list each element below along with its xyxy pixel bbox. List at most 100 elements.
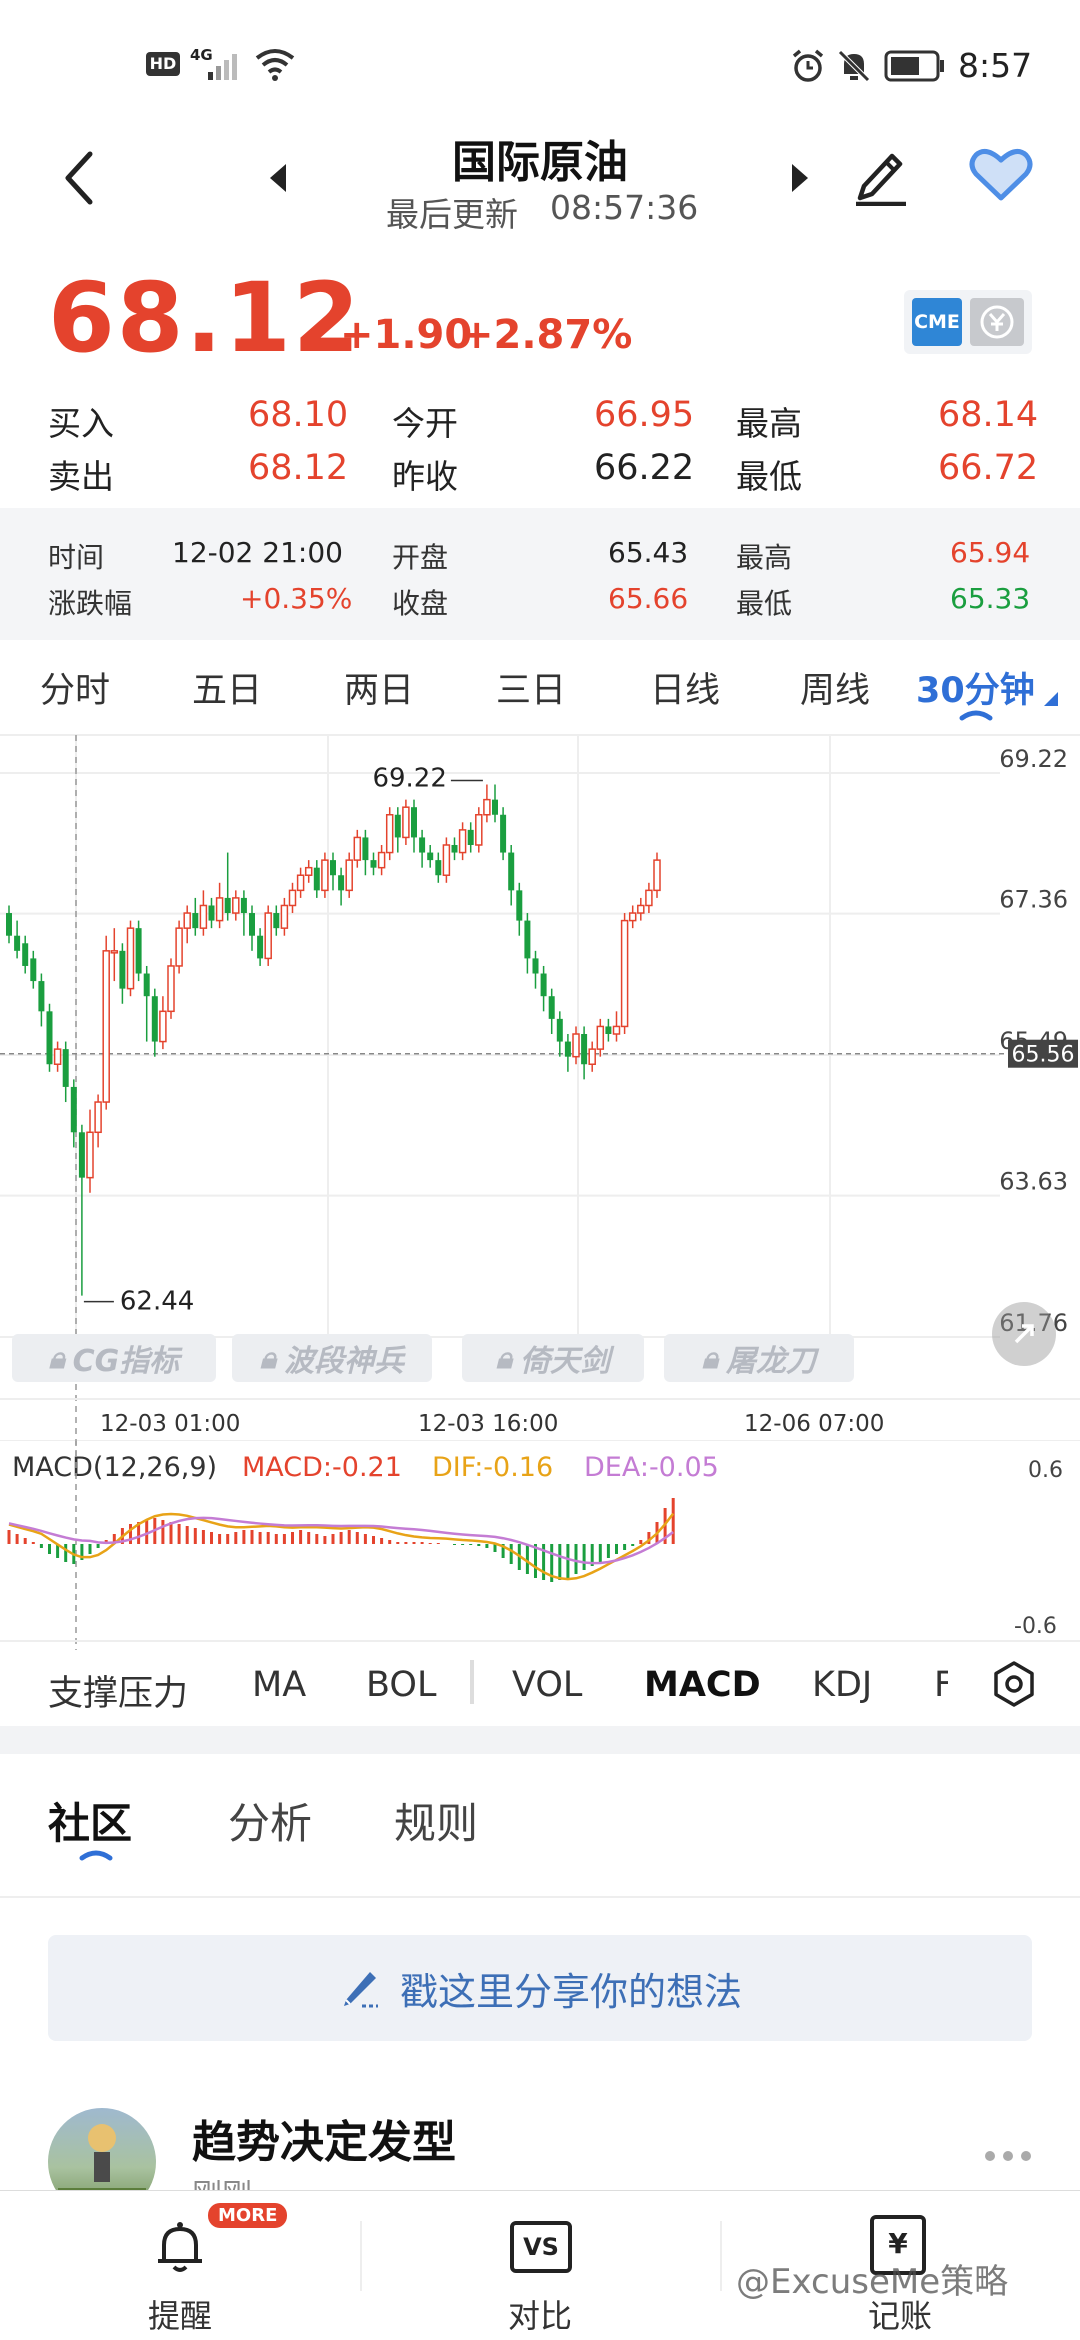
candle-body: [175, 927, 183, 967]
candle-body: [264, 912, 272, 960]
indicator-macd[interactable]: MACD: [644, 1665, 761, 1705]
candle-body: [86, 1131, 94, 1179]
watermark: @ExcuseMe策略: [736, 2262, 1009, 2302]
tab-community[interactable]: 社区: [48, 1790, 132, 1851]
price-change: +1.90: [340, 312, 473, 358]
candle-body: [353, 836, 362, 861]
more-badge: MORE: [208, 2203, 288, 2228]
indicator-bol[interactable]: BOL: [366, 1665, 436, 1705]
open-label: 今开: [392, 404, 458, 443]
locked-indicator-cg[interactable]: 🔒︎ CG指标: [12, 1334, 216, 1382]
candle-body: [126, 927, 135, 990]
detail-open-value: 65.43: [608, 536, 689, 569]
expand-icon: [1014, 1324, 1034, 1344]
indicator-ma[interactable]: MA: [252, 1665, 306, 1705]
candle-body: [257, 935, 264, 959]
favorite-heart-icon[interactable]: [968, 144, 1034, 204]
candle-body: [442, 844, 451, 876]
prev-close-label: 昨收: [392, 457, 458, 496]
x-axis-label: 12-03 16:00: [418, 1411, 558, 1437]
candle-body: [288, 889, 297, 907]
locked-indicator-saber[interactable]: 🔒︎ 屠龙刀: [664, 1334, 854, 1382]
tab-two-day[interactable]: 两日: [344, 662, 414, 713]
x-axis-label: 12-06 07:00: [744, 1411, 884, 1437]
active-tab-indicator: [959, 710, 993, 721]
y-tick-label: 67.36: [999, 886, 1068, 914]
candle-body: [508, 852, 515, 891]
status-bar: HD 4G 8:57: [0, 0, 1080, 130]
hd-icon: HD: [146, 52, 180, 76]
locked-indicator-sword[interactable]: 🔒︎ 倚天剑: [462, 1334, 644, 1382]
lock-icon: 🔒︎: [260, 1340, 276, 1376]
candle-body: [419, 837, 426, 853]
signal-icon: [208, 54, 237, 80]
exchange-badge[interactable]: CME: [904, 290, 1032, 354]
detail-low-label: 最低: [736, 587, 793, 620]
candle-body: [581, 1034, 588, 1065]
open-value: 66.95: [594, 395, 695, 435]
candle-body: [345, 859, 353, 892]
tab-analysis[interactable]: 分析: [228, 1790, 312, 1851]
candle-body: [94, 1101, 102, 1134]
y-tick-label: 63.63: [999, 1168, 1068, 1196]
dif-line: [8, 1512, 675, 1581]
share-thought-input[interactable]: 戳这里分享你的想法: [48, 1935, 1032, 2041]
candle-body: [321, 859, 329, 892]
period-more-icon[interactable]: [1040, 688, 1060, 708]
candle-body: [240, 897, 247, 914]
candle-body: [232, 897, 240, 914]
nav-alert-label: 提醒: [148, 2297, 213, 2335]
candle-body: [556, 1018, 563, 1042]
candle-body: [572, 1033, 580, 1058]
edit-icon[interactable]: [850, 142, 910, 206]
candle-body: [564, 1041, 571, 1057]
candle-body: [110, 950, 119, 954]
post-author[interactable]: 趋势决定发型: [192, 2106, 456, 2170]
candle-body: [370, 860, 377, 868]
candle-body: [330, 860, 336, 876]
candle-body: [159, 1010, 167, 1043]
detail-time-label: 时间: [48, 541, 105, 574]
vs-icon: VS: [510, 2221, 572, 2273]
tab-intraday[interactable]: 分时: [40, 662, 110, 713]
candle-body: [362, 837, 369, 861]
macd-chart[interactable]: [0, 1440, 1080, 1650]
candle-body: [394, 814, 401, 838]
settings-hexagon-icon[interactable]: [990, 1660, 1038, 1708]
header: 国际原油 最后更新 08:57:36: [0, 120, 1080, 250]
locked-indicator-wave[interactable]: 🔒︎ 波段神兵: [232, 1334, 432, 1382]
candle-body: [402, 806, 410, 839]
indicator-kdj[interactable]: KDJ: [812, 1665, 872, 1705]
post-time: 刚刚: [192, 2170, 252, 2192]
candle-body: [500, 814, 507, 853]
share-placeholder: 戳这里分享你的想法: [399, 1969, 742, 2014]
candle-body: [548, 996, 555, 1019]
indicator-vol[interactable]: VOL: [512, 1665, 582, 1705]
detail-high-value: 65.94: [950, 536, 1031, 569]
fullscreen-button[interactable]: [992, 1302, 1056, 1366]
tab-weekly[interactable]: 周线: [800, 662, 870, 713]
next-instrument-icon[interactable]: [788, 160, 812, 196]
candle-body: [143, 973, 150, 997]
detail-low-value: 65.33: [950, 582, 1031, 615]
nav-compare[interactable]: VS 对比: [362, 2191, 720, 2340]
candle-body: [411, 807, 417, 838]
nav-alert[interactable]: MORE 提醒: [0, 2191, 360, 2340]
candle-body: [249, 913, 255, 936]
candle-body: [653, 859, 661, 892]
more-options-icon[interactable]: [982, 2148, 1034, 2164]
candle-body: [53, 1048, 62, 1065]
tab-daily[interactable]: 日线: [650, 662, 720, 713]
y-tick-label: 69.22: [999, 745, 1068, 773]
candle-body: [183, 912, 191, 929]
tab-rules[interactable]: 规则: [394, 1790, 478, 1851]
candle-body: [296, 874, 305, 892]
tab-five-day[interactable]: 五日: [192, 662, 262, 713]
candle-body: [102, 950, 110, 1103]
indicator-support-resistance[interactable]: 支撑压力: [48, 1665, 188, 1716]
candle-body: [588, 1048, 596, 1065]
indicator-more[interactable]: F: [934, 1665, 948, 1705]
candle-body: [14, 935, 21, 951]
buy-label: 买入: [48, 404, 114, 443]
tab-three-day[interactable]: 三日: [496, 662, 566, 713]
